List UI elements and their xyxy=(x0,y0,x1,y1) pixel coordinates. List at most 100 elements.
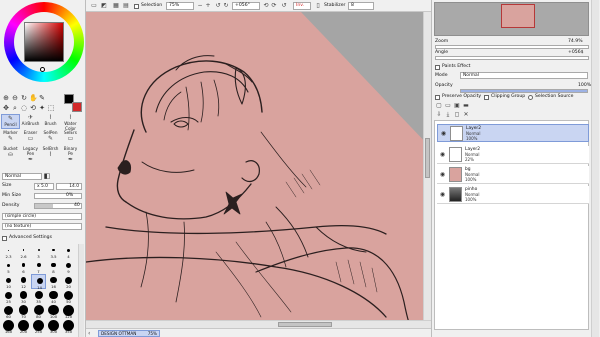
rotate-cw-button[interactable]: ⟳ xyxy=(270,2,278,10)
brush-size-preset[interactable]: 120 xyxy=(61,304,76,319)
stabilizer-select[interactable]: 8 xyxy=(348,2,374,10)
saturation-value-square[interactable] xyxy=(24,22,64,62)
navigator-preview[interactable] xyxy=(434,2,589,36)
new-linework-layer-icon[interactable]: ▣ xyxy=(453,102,461,110)
zoom-field[interactable]: 75% xyxy=(166,2,194,10)
canvas-paper[interactable] xyxy=(86,12,431,328)
nav-angle-slider[interactable] xyxy=(435,56,589,60)
new-folder-icon[interactable]: ▭ xyxy=(444,102,452,110)
brush-size-preset[interactable]: 70 xyxy=(16,304,31,319)
tool-legacy-pen[interactable]: Legacy Pen ✒ xyxy=(21,146,40,163)
merge-down-icon[interactable]: ⤓ xyxy=(444,111,452,119)
tool-watercolor[interactable]: ⌇ Water Color xyxy=(61,114,80,131)
brush-size-preset[interactable]: 100 xyxy=(46,304,61,319)
eye-icon[interactable]: ◉ xyxy=(439,151,446,158)
tool-binary-pen[interactable]: Binary Pe ✒ xyxy=(61,146,80,163)
brush-size-preset[interactable]: 16 xyxy=(46,274,61,289)
select-icon[interactable]: ⬚ xyxy=(47,104,55,112)
magic-wand-icon[interactable]: ✦ xyxy=(38,104,46,112)
layer-opacity-slider[interactable] xyxy=(460,89,588,93)
tool-selbrsh[interactable]: SelBrsh ⌇ xyxy=(41,146,60,161)
brush-size-preset[interactable]: 7 xyxy=(31,259,46,274)
pressure-toggle-icon[interactable]: ◧ xyxy=(43,172,51,180)
layer-row[interactable]: ◉ bg Normal 100% xyxy=(437,166,589,184)
brush-size-preset[interactable]: 10 xyxy=(1,274,16,289)
tool-pencil[interactable]: ✎ Pencil xyxy=(1,114,20,129)
tool-bucket[interactable]: Bucket ⛀ xyxy=(1,146,20,161)
brush-size-preset[interactable]: 200 xyxy=(16,319,31,334)
brush-size-preset[interactable]: 2.6 xyxy=(16,244,31,259)
brush-size-preset[interactable]: 250 xyxy=(31,319,46,334)
document-tab[interactable]: DESIGN OTTMAN 75% xyxy=(98,330,160,337)
lasso-icon[interactable]: ◌ xyxy=(20,104,28,112)
brush-size-preset[interactable]: 80 xyxy=(31,304,46,319)
canvas-horizontal-scroll-thumb[interactable] xyxy=(278,322,332,327)
layer-mode-select[interactable]: Normal xyxy=(460,72,588,79)
canvas-horizontal-scrollbar[interactable] xyxy=(86,320,431,328)
layer-row[interactable]: ◉ Layer2 Normal 22% xyxy=(437,146,589,164)
drawing-canvas[interactable] xyxy=(86,12,431,328)
angle-field[interactable]: +056° xyxy=(232,2,260,10)
hand-icon[interactable]: ✋ xyxy=(29,94,38,102)
brush-size-preset[interactable]: 5 xyxy=(1,259,16,274)
rotate-left-button[interactable]: ↺ xyxy=(214,2,222,10)
blend-mode-select[interactable]: Normal xyxy=(2,173,42,180)
rotate-icon[interactable]: ↻ xyxy=(20,94,28,102)
move-icon[interactable]: ✥ xyxy=(2,104,10,112)
eye-icon[interactable]: ◉ xyxy=(439,191,446,198)
tab-scroll-left-icon[interactable]: ‹ xyxy=(88,330,96,337)
new-layer-icon[interactable]: ▢ xyxy=(435,102,443,110)
zoom-in-button[interactable]: + xyxy=(204,2,212,10)
canvas-vertical-scroll-thumb[interactable] xyxy=(425,138,430,178)
brush-preset-scrollbar[interactable] xyxy=(78,244,84,337)
delete-layer-icon[interactable]: ✕ xyxy=(462,111,470,119)
brush-size-preset[interactable]: 4 xyxy=(61,244,76,259)
brush-texture-select[interactable]: (no texture) xyxy=(2,223,82,230)
brush-shape-select[interactable]: (simple circle) xyxy=(2,213,82,220)
deselect-icon[interactable]: ▭ xyxy=(90,2,98,10)
layer-row[interactable]: ◉ pinho Normal 100% xyxy=(437,186,589,204)
brush-size-preset[interactable]: 40 xyxy=(46,289,61,304)
zoom-out-icon[interactable]: ⊖ xyxy=(11,94,19,102)
zoom-in-icon[interactable]: ⊕ xyxy=(2,94,10,102)
search-icon[interactable]: ⌕ xyxy=(11,104,19,112)
right-panel-scrollbar[interactable] xyxy=(591,0,599,337)
color-picker-marker[interactable] xyxy=(40,67,45,72)
brush-size-preset[interactable]: 350 xyxy=(61,319,76,334)
brush-size-preset[interactable]: 60 xyxy=(1,304,16,319)
min-size-slider[interactable] xyxy=(34,193,82,199)
brush-size-preset[interactable]: 25 xyxy=(1,289,16,304)
selection-checkbox[interactable] xyxy=(134,4,139,9)
eye-icon[interactable]: ◉ xyxy=(439,171,446,178)
brush-size-preset[interactable]: 12 xyxy=(16,274,31,289)
canvas-area[interactable] xyxy=(86,12,431,328)
folder-icon[interactable]: ▬ xyxy=(462,102,470,110)
brush-size-preset[interactable]: 300 xyxy=(46,319,61,334)
clear-layer-icon[interactable]: ◻ xyxy=(453,111,461,119)
brush-size-preset[interactable]: 3.5 xyxy=(46,244,61,259)
canvas-vertical-scrollbar[interactable] xyxy=(423,12,431,320)
brush-size-preset[interactable]: 20 xyxy=(61,274,76,289)
preserve-opacity-checkbox[interactable] xyxy=(435,95,440,100)
brush-size-preset[interactable]: 8 xyxy=(46,259,61,274)
eyedropper-icon[interactable]: ✎ xyxy=(38,94,46,102)
zoom-out-button[interactable]: − xyxy=(196,2,204,10)
brush-size-preset[interactable]: 6 xyxy=(16,259,31,274)
size-multiplier-select[interactable]: x 5.0 xyxy=(34,183,54,190)
tool-marker[interactable]: Marker ✎ xyxy=(1,130,20,145)
brush-size-preset[interactable]: 14 xyxy=(31,274,46,290)
eye-icon[interactable]: ◉ xyxy=(440,130,447,137)
brush-size-preset[interactable]: 3 xyxy=(31,244,46,259)
navigator-thumbnail[interactable] xyxy=(501,4,535,28)
rotate-ccw-button[interactable]: ⟲ xyxy=(262,2,270,10)
brush-size-preset[interactable]: 50 xyxy=(61,289,76,304)
brush-size-preset[interactable]: 9 xyxy=(61,259,76,274)
flip-view-button[interactable]: ▯ xyxy=(314,2,322,10)
clipping-group-checkbox[interactable] xyxy=(484,95,489,100)
nav-zoom-slider[interactable] xyxy=(435,45,589,49)
tool-airbrush[interactable]: ✈ AirBrush xyxy=(21,114,40,129)
selection-mode-icon[interactable]: ▤ xyxy=(122,2,130,10)
tool-selpen[interactable]: SelPen ✎ xyxy=(41,130,60,145)
selection-source-checkbox[interactable] xyxy=(528,95,533,100)
selection-visibility-icon[interactable]: ▦ xyxy=(112,2,120,10)
